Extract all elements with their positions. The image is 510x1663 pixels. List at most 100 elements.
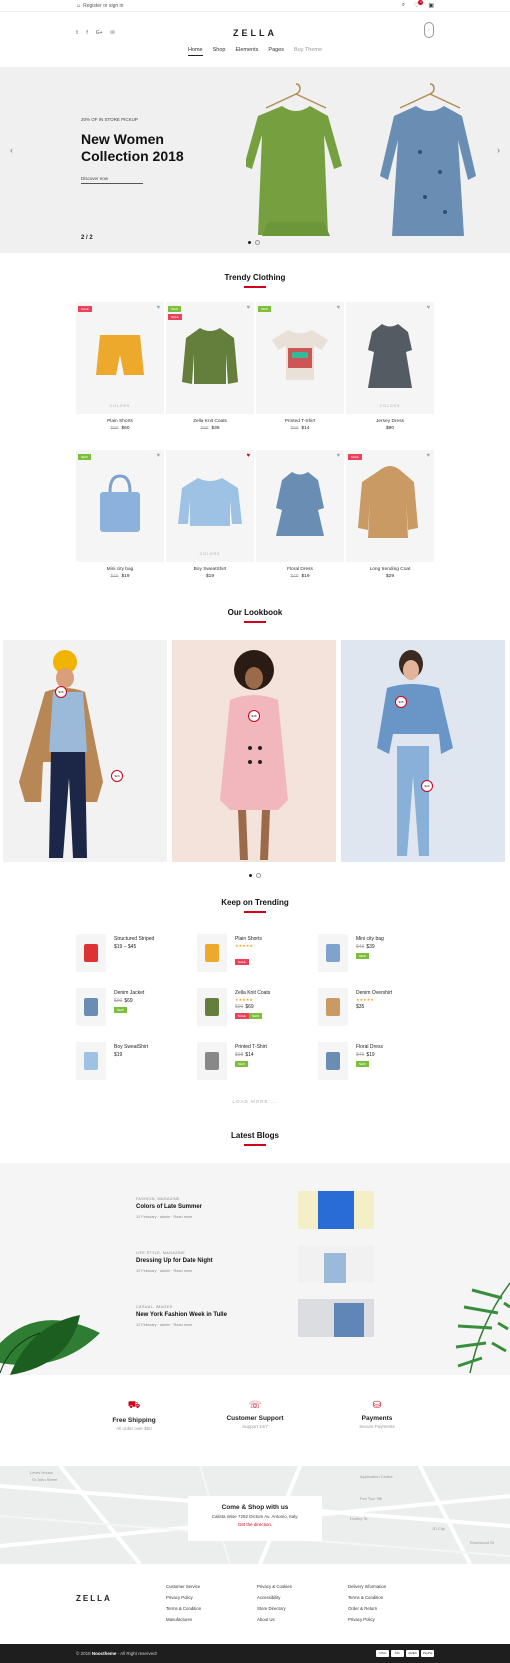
trending-thumb[interactable] bbox=[197, 988, 227, 1026]
lookbook-photo-3: $35 $29 bbox=[341, 640, 505, 862]
directions-link[interactable]: Get the direction. bbox=[188, 1522, 322, 1527]
product-card[interactable]: SALE ♥ COLORS Plain Shorts $98 $60 bbox=[76, 302, 164, 431]
store-map[interactable]: Lewis House St John Street Application C… bbox=[0, 1466, 510, 1564]
nav-buy-theme[interactable]: Buy Theme bbox=[294, 47, 322, 56]
trending-item[interactable]: Denim Overshirt ★★★★★ $35 bbox=[318, 988, 433, 1028]
load-more-button[interactable]: LOAD MORE ... bbox=[0, 1099, 510, 1104]
trending-thumb[interactable] bbox=[76, 988, 106, 1026]
trending-name[interactable]: Structured Striped bbox=[114, 936, 154, 942]
heart-icon[interactable]: ♥ bbox=[426, 305, 430, 311]
main-nav: Home Shop Elements Pages Buy Theme bbox=[0, 47, 510, 56]
heart-icon[interactable]: ♥ bbox=[156, 453, 160, 459]
lookbook-price-pin[interactable]: $48 bbox=[248, 710, 260, 722]
lookbook-price-pin[interactable]: $29 bbox=[111, 770, 123, 782]
product-price: $29 bbox=[385, 574, 394, 579]
register-link[interactable]: ☺ Register or sign in bbox=[76, 3, 123, 9]
nav-elements[interactable]: Elements bbox=[235, 47, 258, 56]
mini-cart-toggle[interactable]: ◦ bbox=[424, 22, 434, 38]
trending-item[interactable]: Denim Jacket $90 $69 NEW bbox=[76, 988, 191, 1028]
trending-item[interactable]: Structured Striped $19 – $45 bbox=[76, 934, 191, 974]
lookbook-price-pin[interactable]: $35 bbox=[395, 696, 407, 708]
heart-icon[interactable]: ♥ bbox=[336, 453, 340, 459]
product-card[interactable]: ♥ COLORS Boy SweatShirt $19 bbox=[166, 450, 254, 579]
product-name[interactable]: Floral Dress bbox=[256, 567, 344, 572]
product-card[interactable]: NEW SALE ♥ Zella Knit Coats $98 $39 bbox=[166, 302, 254, 431]
chevron-left-icon[interactable]: ‹ bbox=[10, 145, 13, 155]
product-name[interactable]: Long trending Coat bbox=[346, 567, 434, 572]
trending-item[interactable]: Plain Shorts ★★★★★ SALE bbox=[197, 934, 312, 974]
lookbook-price-pin[interactable]: $29 bbox=[421, 780, 433, 792]
chevron-right-icon[interactable]: › bbox=[497, 145, 500, 155]
product-image[interactable]: NEW ♥ bbox=[256, 302, 344, 414]
cart-icon[interactable]: ♡ 0 bbox=[414, 0, 424, 9]
trending-name[interactable]: Mini city bag bbox=[356, 936, 384, 942]
product-image[interactable]: ♥ COLORS bbox=[346, 302, 434, 414]
lookbook-price-pin[interactable]: $35 bbox=[55, 686, 67, 698]
footer: ZELLA Customer Service Privacy Policy Term… bbox=[0, 1564, 510, 1644]
product-image[interactable]: SALE ♥ bbox=[346, 450, 434, 562]
slide-counter: 2 / 2 bbox=[81, 235, 93, 241]
product-price: $98 $60 bbox=[110, 426, 130, 431]
trending-thumb[interactable] bbox=[318, 988, 348, 1026]
trending-item[interactable]: Printed T-Shirt $98 $14 NEW bbox=[197, 1042, 312, 1082]
product-card[interactable]: SALE ♥ Long trending Coat $29 bbox=[346, 450, 434, 579]
rating-stars: ★★★★★ bbox=[235, 997, 253, 1002]
heart-icon[interactable]: ♥ bbox=[246, 453, 250, 459]
trending-thumb[interactable] bbox=[197, 934, 227, 972]
nav-home[interactable]: Home bbox=[187, 47, 203, 56]
trending-name[interactable]: Plain Shorts bbox=[235, 936, 262, 942]
product-card[interactable]: NEW ♥ Printed T-Shirt $98 $14 bbox=[256, 302, 344, 431]
trending-name[interactable]: Denim Overshirt bbox=[356, 990, 392, 996]
trending-thumb[interactable] bbox=[197, 1042, 227, 1080]
product-image[interactable]: NEW SALE ♥ bbox=[166, 302, 254, 414]
trending-name[interactable]: Floral Dress bbox=[356, 1044, 383, 1050]
footer-logo[interactable]: ZELLA bbox=[76, 1594, 112, 1603]
trending-item[interactable]: Mini city bag $46 $39 NEW bbox=[318, 934, 433, 974]
product-card[interactable]: ♥ Floral Dress $46 $19 bbox=[256, 450, 344, 579]
trending-name[interactable]: Boy SweatShirt bbox=[114, 1044, 148, 1050]
product-image[interactable]: ♥ bbox=[256, 450, 344, 562]
product-image[interactable]: ♥ COLORS bbox=[166, 450, 254, 562]
trending-name[interactable]: Zella Knit Coats bbox=[235, 990, 270, 996]
feature-payments: ⛁ Payments Secure Payments bbox=[317, 1400, 437, 1429]
product-price: $90 bbox=[385, 426, 394, 431]
blog-image[interactable] bbox=[298, 1191, 374, 1229]
product-card[interactable]: NEW ♥ Mini city bag $46 $19 bbox=[76, 450, 164, 579]
lookbook-dots[interactable] bbox=[249, 873, 261, 878]
hero-dots[interactable] bbox=[248, 240, 260, 245]
trending-item[interactable]: Zella Knit Coats ★★★★★ $90 $69 SALE NEW bbox=[197, 988, 312, 1028]
trending-thumb[interactable] bbox=[76, 1042, 106, 1080]
trending-name[interactable]: Printed T-Shirt bbox=[235, 1044, 267, 1050]
discover-button[interactable]: Discover now bbox=[81, 176, 143, 184]
product-image[interactable]: SALE ♥ COLORS bbox=[76, 302, 164, 414]
keep-trending-title: Keep on Trending bbox=[0, 898, 510, 913]
product-name[interactable]: Printed T-Shirt bbox=[256, 419, 344, 424]
lookbook-photo-1: $35 $29 bbox=[3, 640, 167, 862]
heart-icon[interactable]: ♥ bbox=[246, 305, 250, 311]
heart-icon[interactable]: ♥ bbox=[156, 305, 160, 311]
nav-pages[interactable]: Pages bbox=[268, 47, 284, 56]
product-card[interactable]: ♥ COLORS Jersey Dress $90 bbox=[346, 302, 434, 431]
trending-item[interactable]: Floral Dress $46 $19 NEW bbox=[318, 1042, 433, 1082]
trending-thumb[interactable] bbox=[76, 934, 106, 972]
product-name[interactable]: Zella Knit Coats bbox=[166, 419, 254, 424]
heart-icon[interactable]: ♥ bbox=[426, 453, 430, 459]
product-name[interactable]: Mini city bag bbox=[76, 567, 164, 572]
product-name[interactable]: Plain Shorts bbox=[76, 419, 164, 424]
support-icon: ☏ bbox=[248, 1400, 262, 1411]
trending-thumb[interactable] bbox=[318, 934, 348, 972]
trending-thumb[interactable] bbox=[318, 1042, 348, 1080]
bag-icon[interactable]: ▣ bbox=[428, 2, 434, 9]
blog-image[interactable] bbox=[298, 1299, 374, 1337]
trending-name[interactable]: Denim Jacket bbox=[114, 990, 144, 996]
product-image[interactable]: NEW ♥ bbox=[76, 450, 164, 562]
blog-image[interactable] bbox=[298, 1245, 374, 1283]
product-name[interactable]: Boy SweatShirt bbox=[166, 567, 254, 572]
heart-icon[interactable]: ♥ bbox=[336, 305, 340, 311]
trending-tag: NEW bbox=[356, 953, 369, 959]
product-name[interactable]: Jersey Dress bbox=[346, 419, 434, 424]
trending-item[interactable]: Boy SweatShirt $19 bbox=[76, 1042, 191, 1082]
rating-stars: ★★★★★ bbox=[356, 997, 374, 1002]
search-icon[interactable]: ⌕ bbox=[402, 2, 405, 9]
nav-shop[interactable]: Shop bbox=[213, 47, 226, 56]
